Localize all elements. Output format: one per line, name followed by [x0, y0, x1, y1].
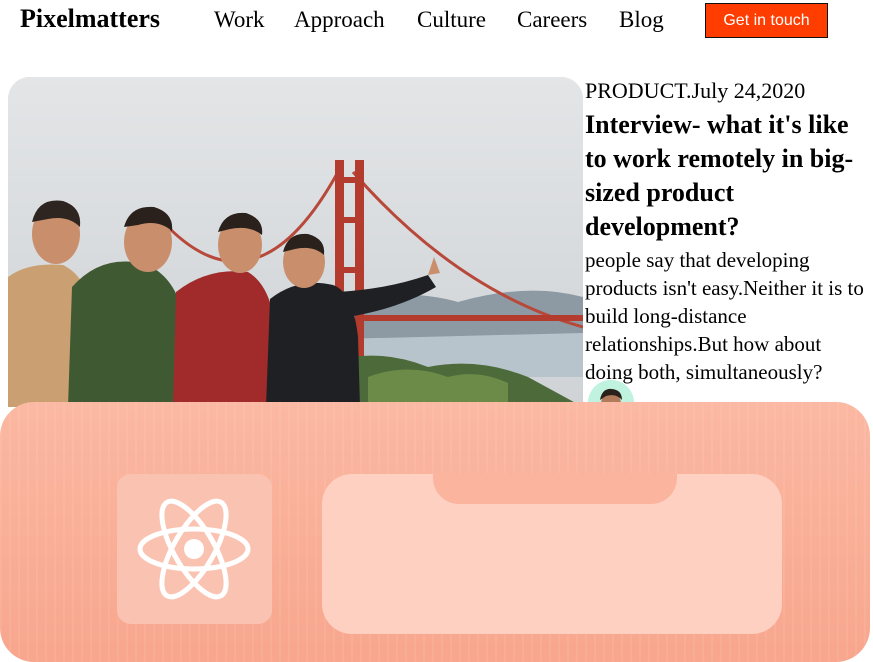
- article-excerpt: people say that developing products isn'…: [585, 248, 864, 384]
- hero-photo: [8, 77, 583, 407]
- react-logo-icon: [137, 498, 251, 600]
- nav-item-approach[interactable]: Approach: [294, 7, 385, 33]
- react-tile: [117, 474, 272, 624]
- article-meta: PRODUCT.July 24,2020: [585, 78, 806, 103]
- get-in-touch-button[interactable]: Get in touch: [705, 3, 828, 38]
- nav-item-work[interactable]: Work: [214, 7, 265, 33]
- top-navigation: Pixelmatters Work Approach Culture Caree…: [0, 0, 873, 44]
- brand-logo[interactable]: Pixelmatters: [20, 4, 160, 34]
- nav-item-careers[interactable]: Careers: [517, 7, 587, 33]
- next-article-card[interactable]: [0, 402, 870, 662]
- nav-item-blog[interactable]: Blog: [619, 7, 664, 33]
- article-title[interactable]: Interview- what it's like to work remote…: [585, 108, 873, 244]
- article-summary: PRODUCT.July 24,2020 Interview- what it'…: [585, 78, 873, 386]
- article-hero-image[interactable]: [8, 77, 583, 407]
- phone-notch: [433, 474, 677, 504]
- nav-item-culture[interactable]: Culture: [417, 7, 486, 33]
